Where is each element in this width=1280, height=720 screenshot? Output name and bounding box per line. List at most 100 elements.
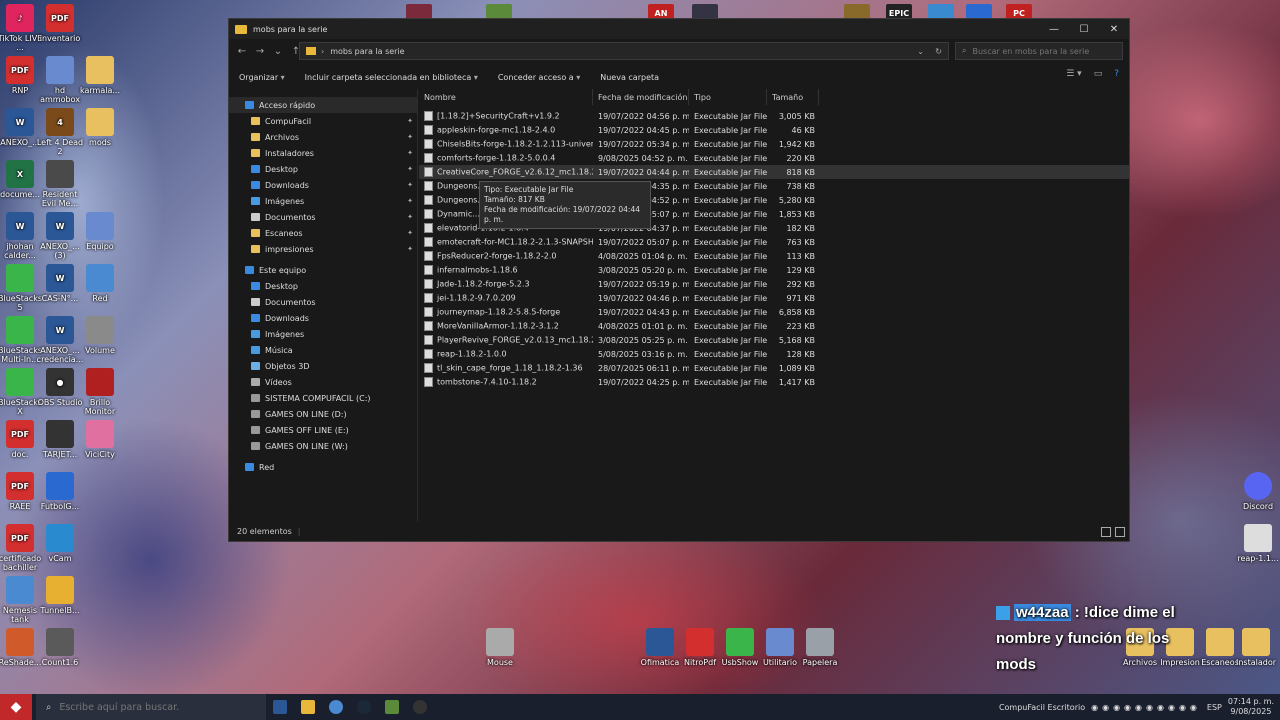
desktop-icon[interactable]: Instalador [1232,628,1280,667]
taskbar-minecraft-icon[interactable] [378,694,406,720]
file-row[interactable]: [1.18.2]+SecurityCraft+v1.9.2 19/07/2022 … [419,109,1129,123]
desktop-icon[interactable]: karmala... [76,56,124,95]
nav-item-pc[interactable]: Vídeos [229,374,417,390]
taskbar-word-icon[interactable] [266,694,294,720]
nav-item-pc[interactable]: GAMES OFF LINE (E:) [229,422,417,438]
close-button[interactable]: ✕ [1099,19,1129,39]
jar-file-icon [424,363,433,373]
minimize-button[interactable]: — [1039,19,1069,39]
nav-item-quick[interactable]: Escaneos ✦ [229,225,417,241]
new-folder-button[interactable]: Nueva carpeta [600,73,659,82]
preview-pane-icon[interactable]: ▭ [1094,69,1103,79]
chevron-down-icon[interactable]: ⌄ [917,47,924,56]
file-row[interactable]: appleskin-forge-mc1.18-2.4.0 19/07/2022 0… [419,123,1129,137]
desktop-icon[interactable]: mods [76,108,124,147]
file-row[interactable]: ChiselsBits-forge-1.18.2-1.2.113-univers… [419,137,1129,151]
taskbar-obs-icon[interactable] [406,694,434,720]
taskbar-search[interactable]: ⌕ [36,694,266,720]
desktop-icon[interactable]: ViciCity [76,420,124,459]
desktop-icon[interactable]: PDF inventario [36,4,84,43]
nav-item-pc[interactable]: Documentos [229,294,417,310]
recent-dropdown-icon[interactable]: ⌄ [269,46,287,57]
desktop-icon[interactable]: Red [76,264,124,303]
nav-item-quick[interactable]: impresiones ✦ [229,241,417,257]
nav-item-this-pc[interactable]: Este equipo [229,262,417,278]
file-row[interactable]: tombstone-7.4.10-1.18.2 19/07/2022 04:25 … [419,375,1129,389]
desktop-icon[interactable]: Count1.6 [36,628,84,667]
view-options-icon[interactable]: ☰ ▾ [1066,69,1081,79]
start-button[interactable]: ◆ [0,694,32,720]
large-icons-view-icon[interactable] [1115,527,1125,537]
forward-arrow-icon[interactable]: → [251,46,269,57]
file-row[interactable]: FpsReducer2-forge-1.18.2-2.0 4/08/2025 01… [419,249,1129,263]
desktop-icon[interactable]: Equipo [76,212,124,251]
taskbar-steam-icon[interactable] [350,694,378,720]
file-row[interactable]: PlayerRevive_FORGE_v2.0.13_mc1.18.2 3/08/… [419,333,1129,347]
nav-item-network[interactable]: Red [229,459,417,475]
file-row[interactable]: journeymap-1.18.2-5.8.5-forge 19/07/2022 … [419,305,1129,319]
nav-item-pc[interactable]: Objetos 3D [229,358,417,374]
desktop-icon[interactable]: Discord [1234,472,1280,511]
taskbar-chrome-icon[interactable] [322,694,350,720]
desktop-icon[interactable]: reap-1.1... [1234,524,1280,563]
details-view-icon[interactable] [1101,527,1111,537]
file-row[interactable]: tl_skin_cape_forge_1.18_1.18.2-1.36 28/07… [419,361,1129,375]
file-row[interactable]: reap-1.18.2-1.0.0 5/08/2025 03:16 p. m. Ex… [419,347,1129,361]
nav-item-quick[interactable]: Desktop ✦ [229,161,417,177]
title-bar[interactable]: mobs para la serie — ☐ ✕ [229,19,1129,39]
refresh-icon[interactable]: ↻ [935,47,942,56]
desktop-icon[interactable]: Mouse [476,628,524,667]
help-icon[interactable]: ? [1114,69,1119,79]
nav-item-quick[interactable]: Documentos ✦ [229,209,417,225]
back-arrow-icon[interactable]: ← [233,46,251,57]
file-row[interactable]: Jade-1.18.2-forge-5.2.3 19/07/2022 05:19 … [419,277,1129,291]
organize-button[interactable]: Organizar [239,73,285,82]
desktop-icon-label: Papelera [802,658,838,667]
maximize-button[interactable]: ☐ [1069,19,1099,39]
desktop-icon[interactable]: Volume [76,316,124,355]
file-row[interactable]: comforts-forge-1.18.2-5.0.0.4 9/08/2025 0… [419,151,1129,165]
nav-item-pc[interactable]: Música [229,342,417,358]
column-date[interactable]: Fecha de modificación [593,89,689,105]
pane-divider[interactable] [417,89,418,523]
column-size[interactable]: Tamaño [767,89,819,105]
nav-item-quick[interactable]: CompuFacil ✦ [229,113,417,129]
nav-item-quick[interactable]: Downloads ✦ [229,177,417,193]
desktop-icon[interactable]: FutbolG... [36,472,84,511]
file-name: comforts-forge-1.18.2-5.0.0.4 [437,153,556,163]
desktop-icon[interactable]: TunnelB... [36,576,84,615]
desktop-icon[interactable]: Papelera [796,628,844,667]
address-bar[interactable]: › mobs para la serie ⌄ ↻ [299,42,949,60]
nav-item-pc[interactable]: SISTEMA COMPUFACIL (C:) [229,390,417,406]
include-library-button[interactable]: Incluir carpeta seleccionada en bibliote… [305,73,478,82]
desktop-icon[interactable]: vCam [36,524,84,563]
desktop-icon[interactable]: Brillo Monitor [76,368,124,416]
nav-item-pc[interactable]: GAMES ON LINE (W:) [229,438,417,454]
column-name[interactable]: Nombre [419,89,593,105]
tray-label[interactable]: CompuFacil Escritorio [999,703,1085,712]
search-input[interactable] [972,46,1103,56]
nav-item-pc[interactable]: Downloads [229,310,417,326]
clock[interactable]: 07:14 p. m. 9/08/2025 [1228,697,1274,717]
nav-item-pc[interactable]: GAMES ON LINE (D:) [229,406,417,422]
desktop-icon[interactable]: Resident Evil Me... [36,160,84,208]
search-box[interactable]: ⌕ [955,42,1123,60]
file-row[interactable]: infernalmobs-1.18.6 3/08/2025 05:20 p. m.… [419,263,1129,277]
nav-item-pc[interactable]: Imágenes [229,326,417,342]
share-button[interactable]: Conceder acceso a [498,73,580,82]
file-row[interactable]: CreativeCore_FORGE_v2.6.12_mc1.18.2 19/07… [419,165,1129,179]
desktop-app-icon: X [6,160,34,188]
column-type[interactable]: Tipo [689,89,767,105]
tray-icons[interactable]: ◉◉◉◉◉◉◉◉◉◉ [1091,703,1201,712]
nav-item-quick-access[interactable]: Acceso rápido [229,97,417,113]
nav-item-quick[interactable]: Archivos ✦ [229,129,417,145]
file-row[interactable]: emotecraft-for-MC1.18.2-2.1.3-SNAPSH... 1… [419,235,1129,249]
taskbar-search-input[interactable] [59,701,250,713]
taskbar-explorer-icon[interactable] [294,694,322,720]
language-indicator[interactable]: ESP [1207,703,1222,712]
nav-item-quick[interactable]: Imágenes ✦ [229,193,417,209]
file-row[interactable]: MoreVanillaArmor-1.18.2-3.1.2 4/08/2025 0… [419,319,1129,333]
file-row[interactable]: jei-1.18.2-9.7.0.209 19/07/2022 04:46 p. … [419,291,1129,305]
nav-item-pc[interactable]: Desktop [229,278,417,294]
nav-item-quick[interactable]: Instaladores ✦ [229,145,417,161]
